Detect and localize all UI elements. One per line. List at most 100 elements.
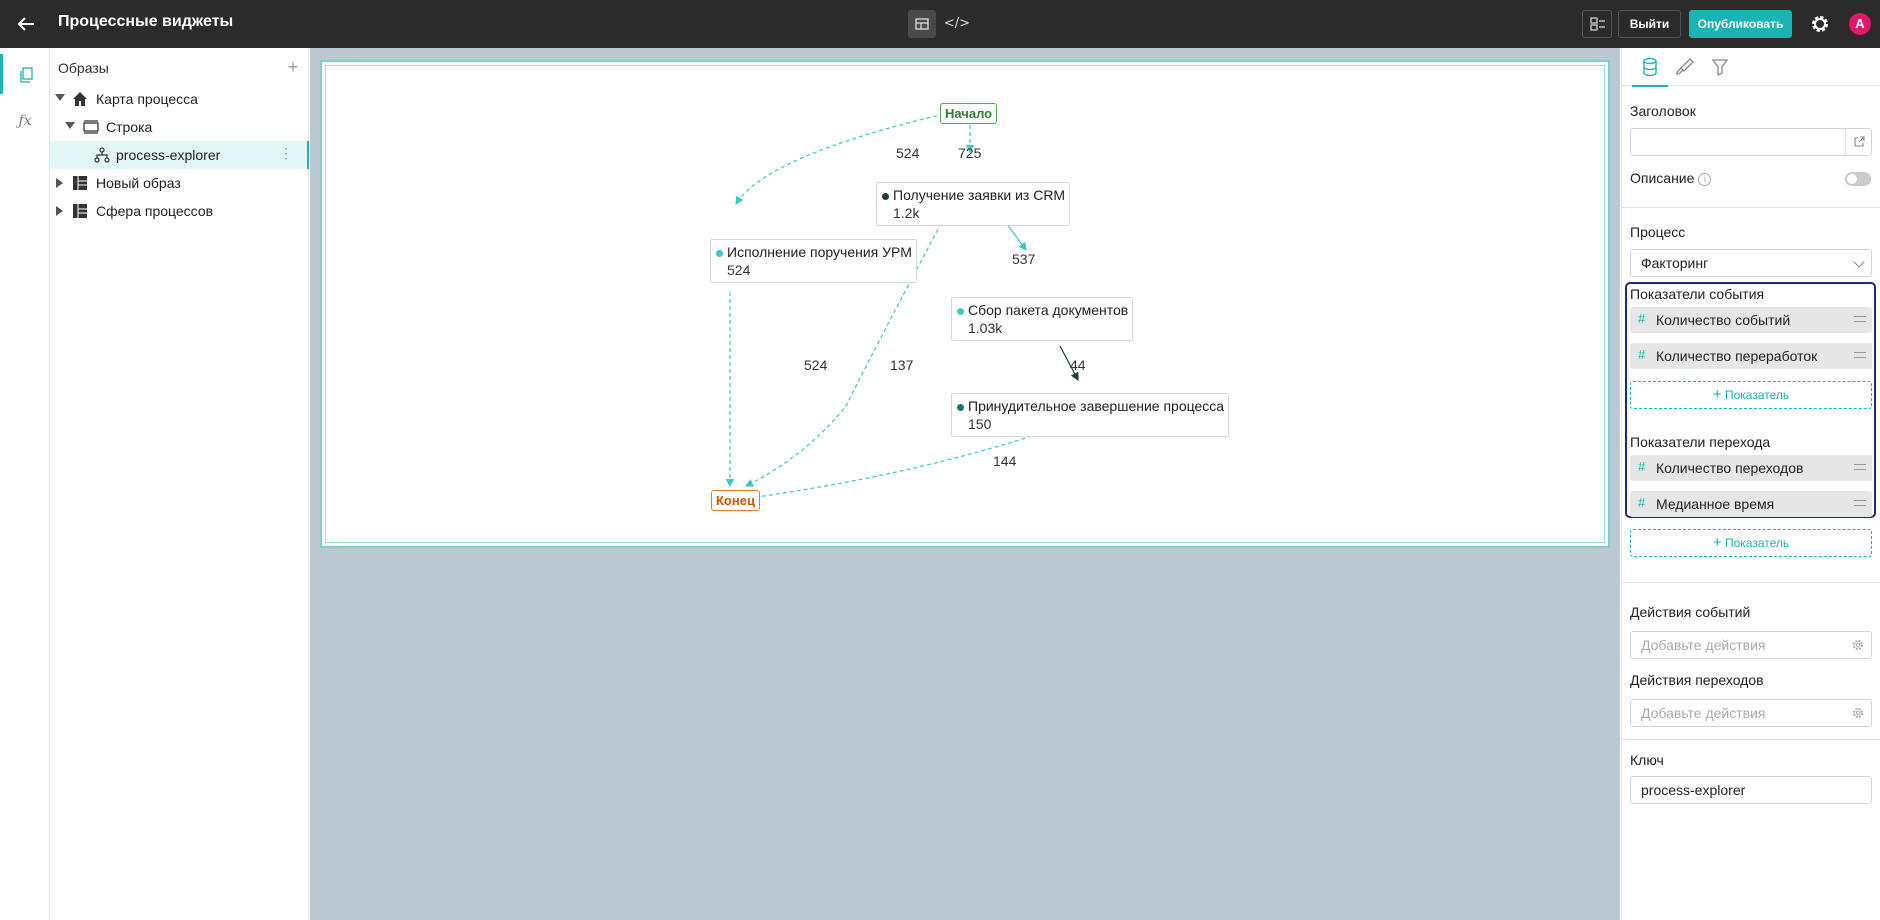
add-metric-label: Показатель: [1724, 536, 1790, 550]
hash-icon: #: [1638, 347, 1646, 362]
event-actions-placeholder: Добавьте действия: [1641, 637, 1766, 653]
process-node[interactable]: Принудительное завершение процесса 150: [951, 393, 1230, 437]
add-transition-metric-button[interactable]: + Показатель: [1630, 529, 1872, 557]
tree-item-label: Строка: [106, 119, 153, 135]
chevron-down-icon: [1853, 256, 1865, 268]
transition-metrics-label: Показатели перехода: [1630, 434, 1771, 450]
metric-name: Количество переходов: [1656, 460, 1804, 476]
add-metric-label: Показатель: [1724, 388, 1790, 402]
layout-icon: [915, 18, 929, 30]
transition-metric-item[interactable]: # Медианное время: [1630, 491, 1872, 517]
drag-handle-icon[interactable]: [1854, 500, 1866, 506]
canvas: Начало Получение заявки из CRM 1.2k Испо…: [310, 48, 1620, 920]
process-node[interactable]: Сбор пакета документов 1.03k: [951, 297, 1134, 341]
edge-crm-end[interactable]: [744, 191, 959, 487]
drag-handle-icon[interactable]: [1854, 464, 1866, 470]
pages-icon[interactable]: [0, 54, 50, 94]
drag-handle-icon[interactable]: [1854, 352, 1866, 358]
transition-actions-field[interactable]: Добавьте действия: [1630, 699, 1872, 727]
visual-mode-button[interactable]: [908, 10, 936, 38]
add-event-metric-button[interactable]: + Показатель: [1630, 381, 1872, 409]
edit-external-icon[interactable]: [1845, 129, 1871, 155]
node-status-dot: [882, 193, 889, 200]
page-title: Процессные виджеты: [58, 13, 234, 30]
edge-label: 144: [993, 453, 1017, 469]
widget-inner: Начало Получение заявки из CRM 1.2k Испо…: [325, 65, 1605, 543]
process-node[interactable]: Получение заявки из CRM 1.2k: [876, 182, 1071, 226]
code-mode-button[interactable]: </>: [943, 10, 971, 38]
tree-title: Образы: [58, 60, 109, 76]
add-image-button[interactable]: +: [283, 57, 303, 77]
event-metric-item[interactable]: # Количество событий: [1630, 307, 1872, 333]
table-icon: [73, 204, 87, 218]
tree-item-label: process-explorer: [116, 147, 221, 163]
metric-name: Количество событий: [1656, 312, 1791, 328]
edge-label: 44: [1070, 357, 1086, 373]
table-icon: [73, 176, 87, 190]
node-status-dot: [957, 308, 964, 315]
filter-icon: [1711, 59, 1729, 77]
tab-style[interactable]: [1672, 54, 1698, 80]
chevron-right-icon[interactable]: [56, 206, 63, 216]
hash-icon: #: [1638, 459, 1646, 474]
drag-handle-icon[interactable]: [1854, 316, 1866, 322]
components-icon: [1590, 17, 1605, 31]
node-count: 150: [968, 416, 992, 432]
info-icon: i: [1698, 173, 1712, 186]
tree-item-row[interactable]: Строка: [50, 113, 309, 141]
node-status-dot: [957, 404, 964, 411]
transition-metric-item[interactable]: # Количество переходов: [1630, 455, 1872, 481]
key-field[interactable]: process-explorer: [1630, 776, 1872, 804]
avatar[interactable]: А: [1849, 13, 1871, 35]
widget-layout-button[interactable]: [1582, 10, 1612, 38]
event-metrics-label: Показатели события: [1630, 286, 1765, 302]
tree-item-process-explorer[interactable]: process-explorer ⋮: [50, 141, 309, 169]
node-name: Принудительное завершение процесса: [968, 398, 1225, 414]
hierarchy-icon: [94, 147, 110, 163]
description-label-text: Описание: [1630, 170, 1695, 186]
event-actions-field[interactable]: Добавьте действия: [1630, 631, 1872, 659]
process-explorer-widget[interactable]: Начало Получение заявки из CRM 1.2k Испо…: [320, 60, 1610, 548]
images-tree-panel: Образы + Карта процесса Строка process-e…: [50, 48, 309, 920]
chevron-down-icon[interactable]: [65, 122, 75, 129]
metric-name: Количество переработок: [1656, 348, 1818, 364]
brush-icon: [1676, 58, 1694, 75]
gear-icon[interactable]: [1845, 632, 1871, 658]
edge-label: 537: [1012, 251, 1036, 267]
tab-data[interactable]: [1632, 54, 1668, 87]
publish-button[interactable]: Опубликовать: [1689, 10, 1792, 38]
tree-item-process-sphere[interactable]: Сфера процессов: [50, 197, 309, 225]
tree-item-process-map[interactable]: Карта процесса: [50, 85, 309, 113]
tree-item-label: Сфера процессов: [96, 203, 214, 219]
gear-icon[interactable]: [1845, 700, 1871, 726]
hash-icon: #: [1638, 495, 1646, 510]
start-node[interactable]: Начало: [940, 103, 998, 124]
function-icon[interactable]: ƒx: [0, 100, 50, 140]
tab-filter[interactable]: [1707, 54, 1733, 80]
event-metric-item[interactable]: # Количество переработок: [1630, 343, 1872, 369]
function-label: ƒx: [18, 113, 32, 129]
exit-button[interactable]: Выйти: [1618, 10, 1681, 38]
tree-item-new-image[interactable]: Новый образ: [50, 169, 309, 197]
description-toggle[interactable]: [1845, 172, 1871, 186]
arrow-left-icon[interactable]: [14, 12, 38, 36]
plus-icon: +: [1712, 386, 1722, 403]
end-node[interactable]: Конец: [711, 490, 760, 511]
header-field[interactable]: [1630, 128, 1872, 156]
event-actions-label: Действия событий: [1630, 604, 1751, 620]
left-rail: ƒx: [0, 48, 50, 920]
more-vertical-icon[interactable]: ⋮: [279, 146, 293, 160]
chevron-right-icon[interactable]: [56, 178, 63, 188]
node-status-dot: [716, 250, 723, 257]
process-select[interactable]: Факторинг: [1630, 249, 1872, 277]
tree-item-label: Карта процесса: [96, 91, 198, 107]
node-name: Исполнение поручения УРМ: [727, 244, 912, 260]
edge-force-end[interactable]: [748, 435, 1033, 502]
process-node[interactable]: Исполнение поручения УРМ 524: [710, 239, 917, 283]
chevron-down-icon[interactable]: [55, 94, 65, 101]
gear-icon[interactable]: [1808, 12, 1832, 36]
tree-header: Образы +: [58, 57, 303, 81]
home-icon: [73, 92, 87, 106]
row-icon: [83, 120, 99, 134]
edge-label: 524: [896, 145, 920, 161]
